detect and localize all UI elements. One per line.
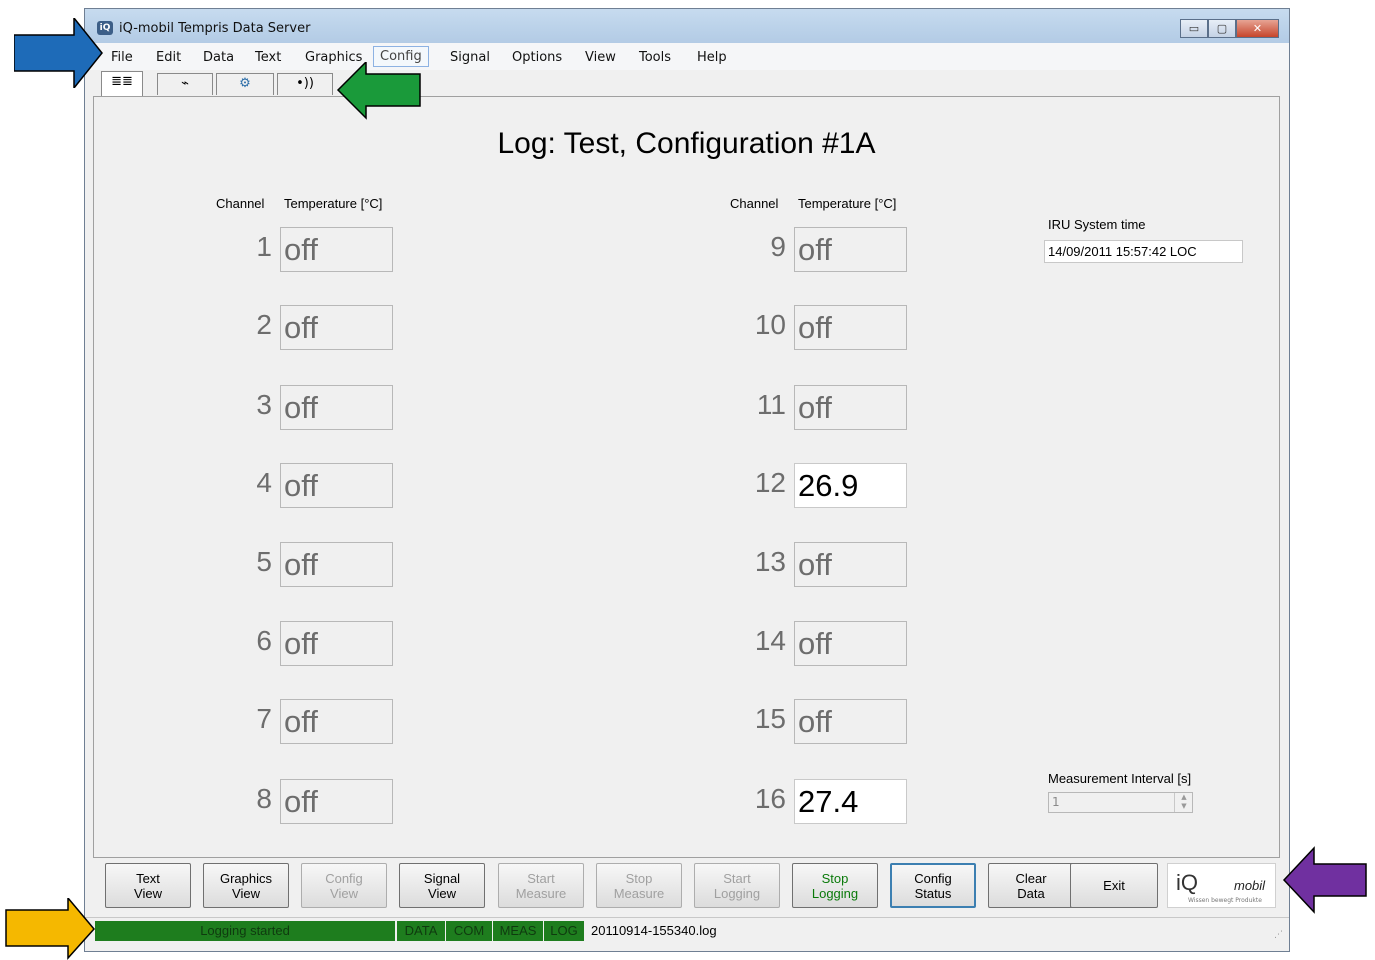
status-tag-com: COM	[445, 921, 492, 941]
channel-header-right: Channel	[730, 196, 779, 211]
channel-temperature-field: off	[280, 385, 393, 430]
channel-temperature-field: off	[280, 621, 393, 666]
channel-number: 8	[256, 783, 272, 814]
channel-number: 5	[256, 546, 272, 577]
channel-temperature-field: off	[280, 779, 393, 824]
channel-number: 12	[754, 467, 786, 498]
tab-signal-view[interactable]: •))	[277, 73, 333, 95]
exit-button[interactable]: Exit	[1070, 863, 1158, 908]
channel-temperature-field: off	[794, 699, 907, 744]
channel-number: 6	[256, 625, 272, 656]
close-button[interactable]: ✕	[1236, 19, 1279, 38]
channel-number: 9	[770, 231, 786, 262]
channel-number: 1	[256, 231, 272, 262]
green-arrow-icon	[336, 62, 421, 120]
start-measure-button[interactable]: Start Measure	[498, 863, 584, 908]
title-bar[interactable]: iQ iQ-mobil Tempris Data Server ▭ ▢ ✕	[85, 9, 1289, 43]
status-message: Logging started	[95, 921, 395, 941]
menu-data[interactable]: Data	[197, 48, 240, 67]
iru-time-label: IRU System time	[1048, 217, 1146, 232]
stop-measure-button[interactable]: Stop Measure	[596, 863, 682, 908]
app-window: iQ iQ-mobil Tempris Data Server ▭ ▢ ✕ Fi…	[84, 8, 1290, 952]
purple-arrow-icon	[1282, 846, 1367, 914]
blue-arrow-icon	[14, 18, 103, 88]
menu-edit[interactable]: Edit	[150, 48, 187, 67]
status-tag-data: DATA	[396, 921, 445, 941]
channel-temperature-field: off	[280, 699, 393, 744]
graphics-view-button[interactable]: Graphics View	[203, 863, 289, 908]
menu-options[interactable]: Options	[506, 48, 568, 67]
channel-number: 11	[756, 389, 786, 420]
yellow-arrow-icon	[5, 898, 95, 960]
minimize-button[interactable]: ▭	[1180, 19, 1208, 38]
text-view-panel: Log: Test, Configuration #1A Channel Tem…	[93, 96, 1280, 858]
channel-number: 16	[754, 783, 786, 814]
channel-temperature-field: off	[280, 305, 393, 350]
view-tabs: ≣≣ ⌁ ⚙ •))	[85, 70, 1289, 96]
menu-signal[interactable]: Signal	[444, 48, 496, 67]
menu-file[interactable]: File	[105, 48, 139, 67]
menu-view[interactable]: View	[579, 48, 622, 67]
menu-tools[interactable]: Tools	[633, 48, 677, 67]
logo-brand: iQ	[1176, 870, 1198, 895]
channel-temperature-field: off	[794, 305, 907, 350]
menu-help[interactable]: Help	[691, 48, 733, 67]
signal-view-icon: •))	[296, 76, 314, 91]
channel-temperature-field: off	[280, 542, 393, 587]
channel-number: 3	[256, 389, 272, 420]
table-view-icon: ≣≣	[111, 74, 133, 89]
maximize-button[interactable]: ▢	[1208, 19, 1236, 38]
channel-temperature-field: 26.9	[794, 463, 907, 508]
iru-time-field[interactable]: 14/09/2011 15:57:42 LOC	[1044, 240, 1243, 263]
logo-tagline: Wissen bewegt Produkte	[1188, 897, 1262, 904]
graph-view-icon: ⌁	[181, 76, 189, 91]
text-view-button[interactable]: Text View	[105, 863, 191, 908]
temperature-header-right: Temperature [°C]	[798, 196, 897, 211]
status-bar: Logging started DATA COM MEAS LOG 201109…	[85, 917, 1289, 943]
tab-config-view[interactable]: ⚙	[216, 73, 274, 95]
interval-label: Measurement Interval [s]	[1048, 771, 1192, 786]
page-title: Log: Test, Configuration #1A	[497, 127, 876, 160]
start-logging-button[interactable]: Start Logging	[694, 863, 780, 908]
channel-number: 4	[256, 467, 272, 498]
channel-temperature-field: off	[794, 227, 907, 272]
logo-mobil: mobil	[1234, 878, 1266, 893]
clear-data-button[interactable]: Clear Data	[988, 863, 1074, 908]
channel-number: 2	[256, 309, 272, 340]
tab-table-view[interactable]: ≣≣	[101, 71, 143, 96]
tab-graph-view[interactable]: ⌁	[157, 73, 213, 95]
log-filename: 20110914-155340.log	[591, 923, 717, 938]
channel-number: 15	[754, 703, 786, 734]
channel-temperature-field: off	[794, 621, 907, 666]
channel-temperature-field: off	[280, 463, 393, 508]
channel-number: 10	[754, 309, 786, 340]
signal-view-button[interactable]: Signal View	[399, 863, 485, 908]
channel-temperature-field: off	[794, 542, 907, 587]
resize-grip-icon[interactable]: ⋰	[1274, 930, 1283, 940]
channel-temperature-field: 27.4	[794, 779, 907, 824]
status-tag-meas: MEAS	[492, 921, 543, 941]
channel-number: 7	[256, 703, 272, 734]
status-tag-log: LOG	[543, 921, 584, 941]
config-status-button[interactable]: Config Status	[890, 863, 976, 908]
iq-mobil-logo: iQ mobil Wissen bewegt Produkte	[1167, 863, 1276, 908]
temperature-header-left: Temperature [°C]	[284, 196, 383, 211]
menu-text[interactable]: Text	[249, 48, 287, 67]
menu-bar: File Edit Data Text Graphics Config Sign…	[85, 43, 1289, 70]
channel-header-left: Channel	[216, 196, 265, 211]
interval-field[interactable]: 1	[1048, 792, 1193, 813]
stop-logging-button[interactable]: Stop Logging	[792, 863, 878, 908]
window-title: iQ-mobil Tempris Data Server	[119, 21, 311, 36]
channel-number: 13	[754, 546, 786, 577]
channel-temperature-field: off	[794, 385, 907, 430]
channel-temperature-field: off	[280, 227, 393, 272]
channel-number: 14	[754, 625, 786, 656]
button-bar: Text View Graphics View Config View Signal …	[85, 859, 1289, 915]
config-view-button[interactable]: Config View	[301, 863, 387, 908]
interval-spinner[interactable]: ▲ ▼	[1174, 793, 1193, 812]
config-view-icon: ⚙	[239, 76, 251, 91]
